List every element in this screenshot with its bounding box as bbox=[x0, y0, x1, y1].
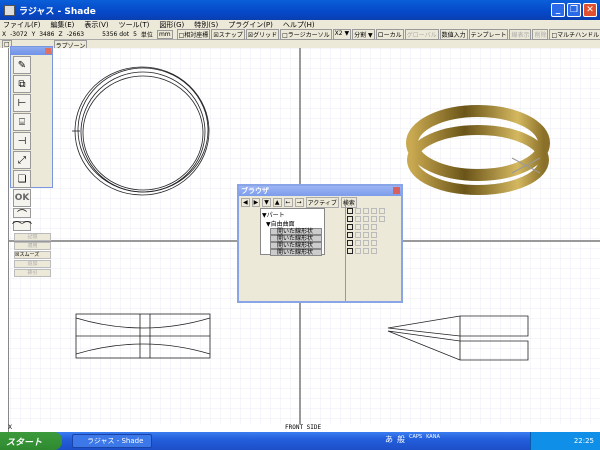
title-bar: ラジャス - Shade _ ❐ ✕ bbox=[0, 0, 600, 20]
browser-tool[interactable]: ▶ bbox=[251, 198, 261, 207]
sweep-tool[interactable]: ⊢ bbox=[13, 94, 31, 112]
toolbar-item[interactable]: □マルチハンドル bbox=[549, 28, 600, 40]
front-side-label: FRONT SIDE bbox=[285, 424, 322, 431]
tree-leaf[interactable]: 開いた線形状 bbox=[270, 249, 322, 256]
z-label: Z bbox=[58, 30, 63, 38]
minimize-button[interactable]: _ bbox=[551, 3, 565, 17]
x-label: X bbox=[2, 30, 7, 38]
browser-close-button[interactable] bbox=[393, 187, 400, 194]
taskbar-item-shade[interactable]: ラジャス - Shade bbox=[72, 434, 152, 448]
tree-leaf[interactable]: 開いた線形状 bbox=[270, 235, 322, 242]
toolbar-item[interactable]: ローカル bbox=[375, 28, 404, 40]
browser-tool[interactable]: → bbox=[294, 198, 304, 207]
clock: 22:25 bbox=[573, 437, 594, 445]
toolbar-item[interactable]: 分割 ▼ bbox=[352, 28, 375, 40]
palette-close-button[interactable] bbox=[45, 48, 51, 54]
num-value: 5 bbox=[133, 30, 137, 38]
browser-tool[interactable]: アクティブ bbox=[305, 197, 339, 208]
palette-button[interactable]: 追加 bbox=[14, 260, 51, 268]
x-value: -3072 bbox=[10, 30, 28, 38]
ime-conv[interactable]: 般 bbox=[397, 434, 405, 445]
attribute-checks[interactable] bbox=[347, 208, 391, 256]
toolbar-item[interactable]: 数値入力 bbox=[439, 28, 468, 40]
toolbar-item[interactable]: ☒スナップ bbox=[211, 28, 245, 40]
tree-leaf[interactable]: 開いた線形状 bbox=[270, 228, 322, 235]
kana-indicator: KANA bbox=[426, 434, 440, 440]
caps-indicator: CAPS bbox=[409, 434, 423, 440]
palette-button[interactable]: 挿引 bbox=[14, 269, 51, 277]
tree-part[interactable]: ▼パート bbox=[262, 210, 323, 219]
toolbar-item[interactable]: □相対座標 bbox=[176, 28, 211, 40]
taskbar: スタート ラジャス - Shade あ般 CAPS KANA 22:25 bbox=[0, 432, 600, 450]
z-value: -2663 bbox=[66, 30, 85, 38]
browser-tool[interactable]: ◀ bbox=[241, 198, 250, 207]
ime-mode[interactable]: あ bbox=[385, 434, 393, 445]
toolbar-item[interactable]: □ラージカーソル bbox=[280, 28, 332, 40]
dot-readout: 5356 dot bbox=[102, 30, 130, 38]
toolbar-item[interactable]: ☒グリッド bbox=[245, 28, 280, 40]
toolbar-item[interactable]: 線表示 bbox=[509, 28, 532, 40]
toolbar-item[interactable]: グローバル bbox=[404, 28, 439, 40]
ime-bar[interactable]: あ般 CAPS KANA bbox=[385, 434, 440, 445]
tree-leaf[interactable]: 開いた線形状 bbox=[270, 242, 322, 249]
y-label: Y bbox=[31, 30, 36, 38]
toolbar-item[interactable]: X2 ▼ bbox=[332, 28, 352, 40]
toolbar-item[interactable]: テンプレート bbox=[468, 28, 509, 40]
line-tool[interactable]: ⤢ bbox=[13, 151, 31, 169]
restore-button[interactable]: ❐ bbox=[567, 3, 581, 17]
pencil-tool[interactable]: ✎ bbox=[13, 56, 31, 74]
copy-tool[interactable]: ❏ bbox=[13, 170, 31, 188]
browser-title: ブラウザ bbox=[241, 187, 269, 195]
cylinder-tool[interactable]: ⌸ bbox=[13, 113, 31, 131]
move-tool[interactable]: ⊣ bbox=[13, 132, 31, 150]
vertical-ruler bbox=[0, 48, 9, 432]
app-icon bbox=[4, 4, 15, 16]
start-button[interactable]: スタート bbox=[0, 432, 62, 450]
palette-button[interactable]: 記憶 bbox=[14, 233, 51, 241]
wave-tool[interactable]: ⌒⌒ bbox=[12, 220, 32, 233]
toolbar: X -3072 Y 3486 Z -2663 5356 dot 5 単位 mm □相対座標… bbox=[0, 28, 600, 40]
close-button[interactable]: ✕ bbox=[583, 3, 597, 17]
palette-button[interactable]: 適用 bbox=[14, 242, 51, 250]
window-title: ラジャス - Shade bbox=[19, 6, 96, 17]
browser-tool[interactable]: ▼ bbox=[262, 198, 271, 207]
axis-x-label: X bbox=[8, 424, 13, 431]
browser-tool[interactable]: ▲ bbox=[272, 198, 282, 207]
browser-tool[interactable]: ← bbox=[283, 198, 293, 207]
palette-button[interactable]: ☒スムーズ bbox=[14, 251, 51, 259]
smooth-tool[interactable]: ⌒ bbox=[13, 208, 31, 221]
group-tool[interactable]: ⧉ bbox=[13, 75, 31, 93]
unit-select[interactable]: mm bbox=[156, 29, 173, 39]
browser-tool[interactable]: 検索 bbox=[340, 197, 357, 208]
browser-window: ブラウザ ◀ ▶ ▼ ▲ ← → アクティブ 検索 ▼パート ▼自由曲面 開いた線形状 開いた線… bbox=[237, 184, 403, 303]
object-tree[interactable]: ▼パート ▼自由曲面 開いた線形状 開いた線形状 開いた線形状 開いた線形状 bbox=[260, 208, 325, 256]
y-value: 3486 bbox=[39, 30, 55, 38]
ok-button[interactable]: OK bbox=[13, 189, 31, 207]
system-tray: 22:25 bbox=[530, 432, 600, 450]
toolbar-item[interactable]: 削除 bbox=[532, 28, 549, 40]
tree-free-surface[interactable]: ▼自由曲面 bbox=[262, 219, 323, 228]
tool-palette: ✎⧉ ⊢⌸ ⊣⤢ ❏OK ⌒⌒⌒ 記憶 適用 ☒スムーズ 追加 挿引 bbox=[10, 46, 53, 277]
unit-label: 単位 bbox=[140, 31, 153, 39]
